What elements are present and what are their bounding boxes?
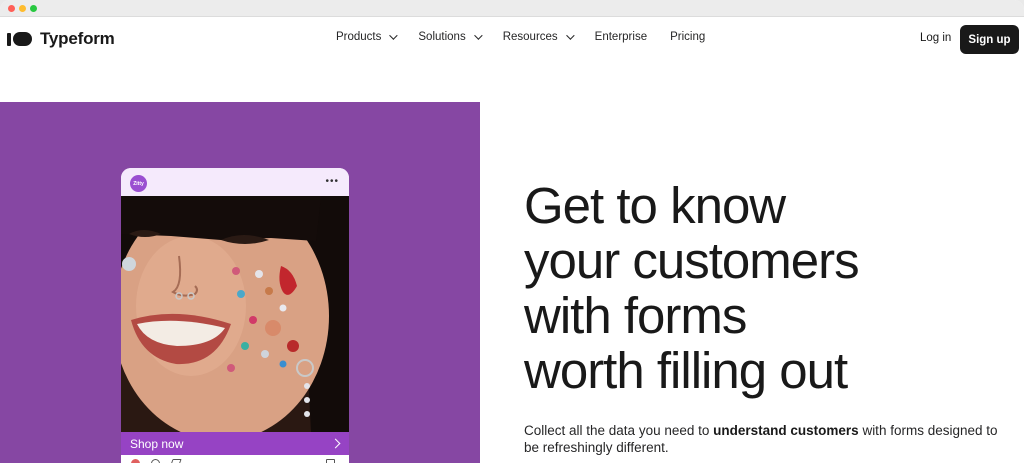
brand-name: Typeform (40, 29, 115, 48)
hero-description: Collect all the data you need to underst… (524, 422, 1004, 456)
menu-item-pricing[interactable]: Pricing (670, 31, 705, 43)
menu-item-solutions[interactable]: Solutions (418, 31, 483, 43)
menu-item-enterprise[interactable]: Enterprise (595, 31, 647, 43)
signup-button[interactable]: Sign up (960, 25, 1019, 54)
phone-mockup: Zitty ••• Shop now (121, 168, 349, 463)
menu-item-label: Solutions (418, 31, 466, 43)
main-menu: Products Solutions Resources Enterprise … (336, 31, 728, 43)
headline-line: with forms (524, 287, 747, 344)
model-photo (121, 196, 349, 432)
menu-item-products[interactable]: Products (336, 31, 399, 43)
hero-headline: Get to know your customers with forms wo… (524, 178, 1004, 398)
minimize-window-button[interactable] (19, 5, 26, 12)
menu-item-resources[interactable]: Resources (502, 31, 575, 43)
menu-item-label: Pricing (670, 31, 706, 43)
headline-line: your customers (524, 232, 860, 289)
chevron-down-icon (389, 31, 399, 40)
shop-now-label: Shop now (130, 436, 184, 451)
chevron-right-icon (330, 438, 341, 449)
avatar: Zitty (130, 175, 147, 192)
shop-now-button[interactable]: Shop now (121, 432, 349, 455)
headline-line: worth filling out (524, 342, 848, 399)
menu-item-label: Resources (502, 31, 558, 43)
description-emphasis: understand customers (713, 423, 859, 438)
more-options-icon: ••• (325, 176, 339, 187)
heart-icon[interactable] (131, 459, 140, 463)
typeform-logo-icon (7, 32, 32, 46)
phone-post-header: Zitty ••• (121, 168, 349, 196)
comment-icon[interactable] (151, 459, 160, 463)
maximize-window-button[interactable] (30, 5, 37, 12)
chevron-down-icon (565, 31, 575, 40)
headline-line: Get to know (524, 177, 786, 234)
close-window-button[interactable] (8, 5, 15, 12)
menu-item-label: Enterprise (594, 31, 648, 43)
top-navigation: Typeform Products Solutions Resources En… (0, 17, 1024, 61)
login-link[interactable]: Log in (920, 32, 951, 44)
send-icon[interactable] (169, 459, 182, 463)
description-text: Collect all the data you need to (524, 423, 714, 438)
bookmark-icon[interactable] (326, 459, 335, 463)
typeform-logo[interactable]: Typeform (7, 29, 115, 49)
browser-window: Typeform Products Solutions Resources En… (0, 0, 1024, 463)
model-photo-illustration (121, 196, 349, 432)
chevron-down-icon (473, 31, 483, 40)
menu-item-label: Products (336, 31, 382, 43)
phone-post-actions (121, 455, 349, 463)
window-title-bar (0, 0, 1024, 17)
